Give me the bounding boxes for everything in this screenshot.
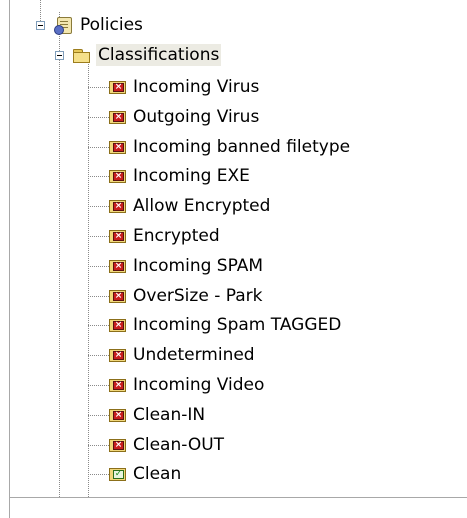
- tree-node-policy-item-label: OverSize - Park: [133, 286, 263, 306]
- tree-node-policy-item-label: Clean-IN: [133, 405, 206, 425]
- tree-node-policy-item[interactable]: × Encrypted: [107, 224, 222, 248]
- classifications-collapse-toggle[interactable]: [55, 51, 64, 60]
- tree-node-policy-item-label: Clean: [133, 464, 182, 484]
- tree-node-policy-item-label: Allow Encrypted: [133, 196, 271, 216]
- tree-node-policy-item[interactable]: × Outgoing Virus: [107, 105, 261, 129]
- tree-guide-root: [59, 12, 60, 498]
- tree-node-policy-item[interactable]: × Incoming EXE: [107, 164, 252, 188]
- red-x-icon: ×: [107, 227, 127, 245]
- folder-icon: [72, 46, 92, 64]
- red-x-icon: ×: [107, 257, 127, 275]
- tree-node-policy-item[interactable]: × Undetermined: [107, 343, 257, 367]
- tree-guide-classifications: [88, 60, 89, 497]
- tree-node-policies[interactable]: Policies: [54, 13, 145, 37]
- tree-node-policy-item[interactable]: × Incoming Spam TAGGED: [107, 313, 343, 337]
- tree-node-policy-item-label: Undetermined: [133, 345, 255, 365]
- tree-node-policy-item-label: Incoming SPAM: [133, 256, 264, 276]
- tree-node-classifications-label: Classifications: [96, 44, 222, 66]
- tree-node-policy-item-label: Incoming Virus: [133, 77, 260, 97]
- tree-node-policy-item[interactable]: × Clean-IN: [107, 403, 207, 427]
- tree-node-policy-item-label: Clean-OUT: [133, 435, 225, 455]
- red-x-icon: ×: [107, 167, 127, 185]
- tree-node-policy-item[interactable]: ✓ Clean: [107, 462, 183, 486]
- red-x-icon: ×: [107, 108, 127, 126]
- red-x-icon: ×: [107, 316, 127, 334]
- red-x-icon: ×: [107, 78, 127, 96]
- tree-node-policy-item-label: Incoming Video: [133, 375, 265, 395]
- tree-node-policy-item-label: Incoming Spam TAGGED: [133, 315, 342, 335]
- tree-node-policy-item-label: Encrypted: [133, 226, 220, 246]
- policies-icon: [54, 16, 74, 35]
- red-x-icon: ×: [107, 406, 127, 424]
- red-x-icon: ×: [107, 376, 127, 394]
- tree-node-policy-item[interactable]: × Incoming banned filetype: [107, 135, 352, 159]
- red-x-icon: ×: [107, 138, 127, 156]
- tree-node-policy-item[interactable]: × Incoming Video: [107, 373, 266, 397]
- tree-node-policies-label: Policies: [80, 15, 143, 35]
- green-check-icon: ✓: [107, 465, 127, 483]
- tree-node-policy-item-label: Incoming EXE: [133, 166, 250, 186]
- red-x-icon: ×: [107, 346, 127, 364]
- red-x-icon: ×: [107, 287, 127, 305]
- tree-node-policy-item[interactable]: × Incoming Virus: [107, 75, 261, 99]
- tree-node-classifications[interactable]: Classifications: [72, 43, 222, 67]
- red-x-icon: ×: [107, 197, 127, 215]
- policies-collapse-toggle[interactable]: [36, 21, 45, 30]
- tree-node-policy-item-label: Outgoing Virus: [133, 107, 260, 127]
- tree-node-policy-item[interactable]: × Clean-OUT: [107, 433, 226, 457]
- red-x-icon: ×: [107, 436, 127, 454]
- tree-node-policy-item[interactable]: × Incoming SPAM: [107, 254, 265, 278]
- tree-node-policy-item-label: Incoming banned filetype: [133, 137, 351, 157]
- tree-node-policy-item[interactable]: × Allow Encrypted: [107, 194, 272, 218]
- tree-node-policy-item[interactable]: × OverSize - Park: [107, 284, 264, 308]
- policy-tree: Policies Classifications × Incoming Virus…: [0, 0, 467, 500]
